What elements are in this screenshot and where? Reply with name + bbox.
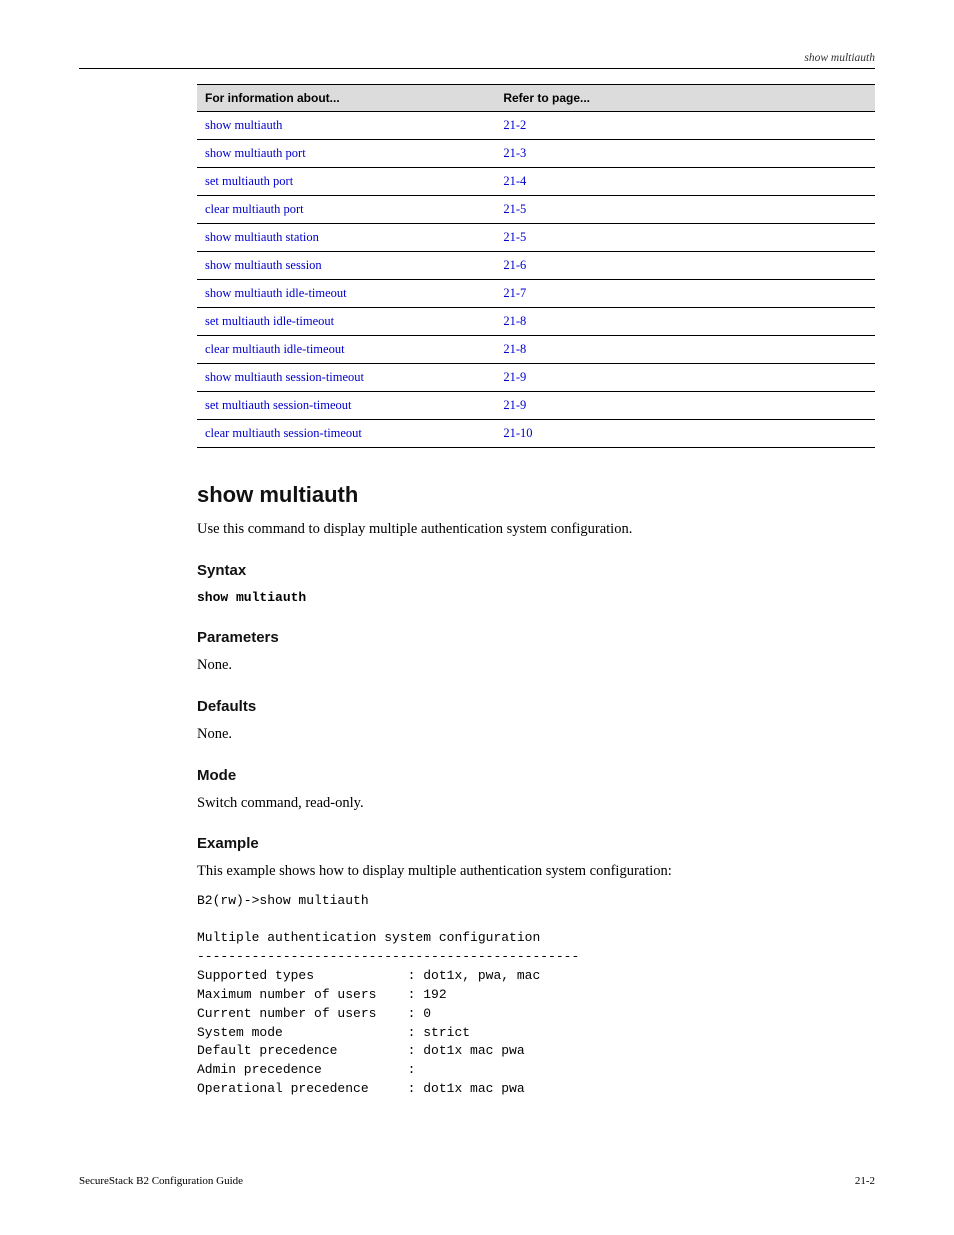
defaults-heading: Defaults xyxy=(197,698,875,715)
parameters-heading: Parameters xyxy=(197,629,875,646)
mode-text: Switch command, read-only. xyxy=(197,794,875,814)
page-link[interactable]: 21-8 xyxy=(503,314,526,328)
page-link[interactable]: 21-2 xyxy=(503,118,526,132)
table-row: show multiauth port 21-3 xyxy=(197,140,875,168)
example-intro: This example shows how to display multip… xyxy=(197,862,875,882)
cmd-link[interactable]: show multiauth session-timeout xyxy=(205,370,364,384)
page-header: show multiauth xyxy=(79,52,875,69)
page-link[interactable]: 21-4 xyxy=(503,174,526,188)
cmd-link[interactable]: clear multiauth idle-timeout xyxy=(205,342,345,356)
page-link[interactable]: 21-7 xyxy=(503,286,526,300)
table-header-page: Refer to page... xyxy=(495,85,875,112)
cmd-link[interactable]: set multiauth port xyxy=(205,174,293,188)
mode-heading: Mode xyxy=(197,767,875,784)
running-title: show multiauth xyxy=(79,52,875,64)
table-row: set multiauth port 21-4 xyxy=(197,168,875,196)
table-row: set multiauth session-timeout 21-9 xyxy=(197,392,875,420)
table-row: show multiauth session-timeout 21-9 xyxy=(197,364,875,392)
cmd-link[interactable]: show multiauth port xyxy=(205,146,306,160)
cmd-link[interactable]: show multiauth station xyxy=(205,230,319,244)
header-rule xyxy=(79,68,875,69)
page-link[interactable]: 21-6 xyxy=(503,258,526,272)
page-link[interactable]: 21-10 xyxy=(503,426,532,440)
page-link[interactable]: 21-5 xyxy=(503,202,526,216)
example-output: B2(rw)->show multiauth Multiple authenti… xyxy=(197,892,875,1099)
cmd-link[interactable]: show multiauth idle-timeout xyxy=(205,286,347,300)
cmd-link[interactable]: set multiauth session-timeout xyxy=(205,398,352,412)
parameters-text: None. xyxy=(197,656,875,676)
syntax-heading: Syntax xyxy=(197,562,875,579)
cmd-link[interactable]: show multiauth xyxy=(205,118,282,132)
command-description: Use this command to display multiple aut… xyxy=(197,520,875,540)
page-link[interactable]: 21-9 xyxy=(503,398,526,412)
table-row: show multiauth idle-timeout 21-7 xyxy=(197,280,875,308)
table-row: show multiauth session 21-6 xyxy=(197,252,875,280)
content-area: For information about... Refer to page..… xyxy=(197,84,875,1099)
defaults-text: None. xyxy=(197,725,875,745)
command-title: show multiauth xyxy=(197,482,875,508)
syntax-text: show multiauth xyxy=(197,590,306,605)
page-link[interactable]: 21-9 xyxy=(503,370,526,384)
cmd-link[interactable]: show multiauth session xyxy=(205,258,322,272)
page-link[interactable]: 21-5 xyxy=(503,230,526,244)
reference-table: For information about... Refer to page..… xyxy=(197,84,875,448)
page-link[interactable]: 21-3 xyxy=(503,146,526,160)
table-row: clear multiauth idle-timeout 21-8 xyxy=(197,336,875,364)
cmd-link[interactable]: clear multiauth port xyxy=(205,202,304,216)
footer-right: 21-2 xyxy=(855,1175,875,1187)
table-row: clear multiauth port 21-5 xyxy=(197,196,875,224)
table-row: show multiauth 21-2 xyxy=(197,112,875,140)
cmd-link[interactable]: set multiauth idle-timeout xyxy=(205,314,334,328)
footer-left: SecureStack B2 Configuration Guide xyxy=(79,1175,243,1187)
table-header-info: For information about... xyxy=(197,85,495,112)
page-footer: SecureStack B2 Configuration Guide 21-2 xyxy=(79,1175,875,1187)
cmd-link[interactable]: clear multiauth session-timeout xyxy=(205,426,362,440)
table-row: set multiauth idle-timeout 21-8 xyxy=(197,308,875,336)
table-row: show multiauth station 21-5 xyxy=(197,224,875,252)
example-heading: Example xyxy=(197,835,875,852)
table-row: clear multiauth session-timeout 21-10 xyxy=(197,420,875,448)
page-link[interactable]: 21-8 xyxy=(503,342,526,356)
